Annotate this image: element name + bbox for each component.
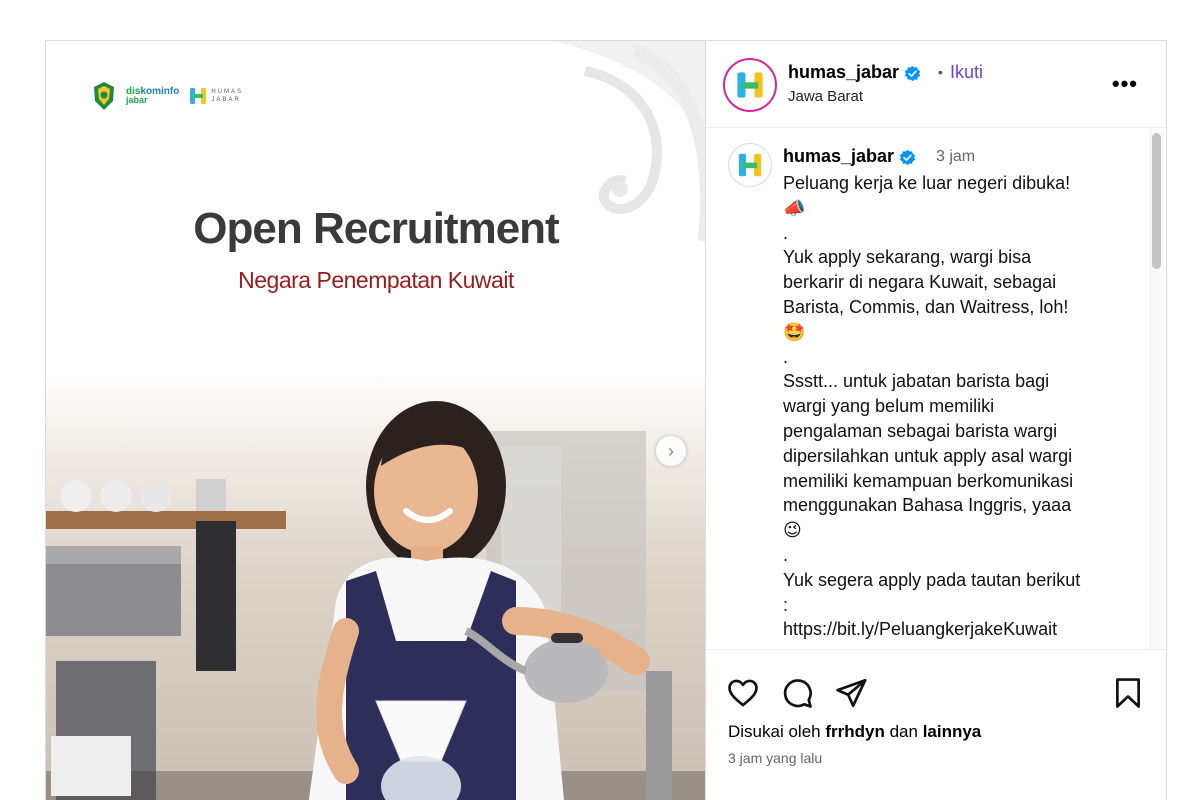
post-header: humas_jabar • Ikuti Jawa Barat •••	[706, 41, 1166, 128]
post-actions: Disukai oleh frrhdyn dan lainnya 3 jam y…	[706, 649, 1166, 800]
verified-badge-icon	[899, 149, 916, 165]
post-media[interactable]: diskominfo jabar HUMAS JABAR Open Recrui…	[46, 41, 706, 800]
bookmark-icon[interactable]	[1111, 676, 1145, 710]
avatar[interactable]	[723, 58, 777, 112]
more-options-icon[interactable]: •••	[1112, 71, 1138, 97]
post-side-panel: humas_jabar • Ikuti Jawa Barat ••• humas…	[706, 41, 1166, 800]
caption-username[interactable]: humas_jabar	[783, 146, 916, 167]
likes-user-link[interactable]: frrhdyn	[825, 722, 885, 741]
caption-text: Peluang kerja ke luar negeri dibuka! 📣 .…	[783, 173, 1081, 640]
post-dialog: diskominfo jabar HUMAS JABAR Open Recrui…	[45, 40, 1167, 800]
subheadline: Negara Penempatan Kuwait	[238, 267, 514, 293]
verified-badge-icon	[904, 65, 921, 81]
headline: Open Recruitment	[193, 204, 559, 253]
caption-avatar[interactable]	[728, 143, 772, 187]
next-slide-button[interactable]: ›	[656, 436, 686, 466]
location-link[interactable]: Jawa Barat	[788, 88, 863, 105]
barista-photo	[46, 371, 705, 800]
humas-jabar-logo: HUMAS JABAR	[189, 86, 243, 106]
follow-button[interactable]: Ikuti	[950, 62, 983, 83]
likes-prefix: Disukai oleh	[728, 722, 821, 741]
humas-logo-icon	[738, 153, 762, 177]
humas-logo-icon	[737, 72, 763, 98]
likes-others-link[interactable]: lainnya	[923, 722, 982, 741]
separator-dot: •	[938, 64, 943, 80]
comments-area[interactable]: humas_jabar 3 jam Peluang kerja ke luar …	[706, 129, 1166, 649]
likes-conjunction: dan	[889, 722, 918, 741]
scrollbar-thumb[interactable]	[1152, 133, 1161, 269]
jabar-seal-logo	[94, 82, 114, 110]
header-username[interactable]: humas_jabar	[788, 62, 921, 83]
caption-time[interactable]: 3 jam	[936, 148, 975, 166]
logo-bar: diskominfo jabar HUMAS JABAR	[92, 81, 243, 111]
heart-icon[interactable]	[726, 676, 760, 710]
share-icon[interactable]	[834, 676, 868, 710]
chevron-right-icon: ›	[668, 440, 674, 461]
comment-icon[interactable]	[780, 676, 814, 710]
diskominfo-logo: diskominfo jabar	[126, 86, 180, 105]
post-timestamp[interactable]: 3 jam yang lalu	[728, 750, 822, 766]
likes-summary: Disukai oleh frrhdyn dan lainnya	[728, 722, 981, 742]
